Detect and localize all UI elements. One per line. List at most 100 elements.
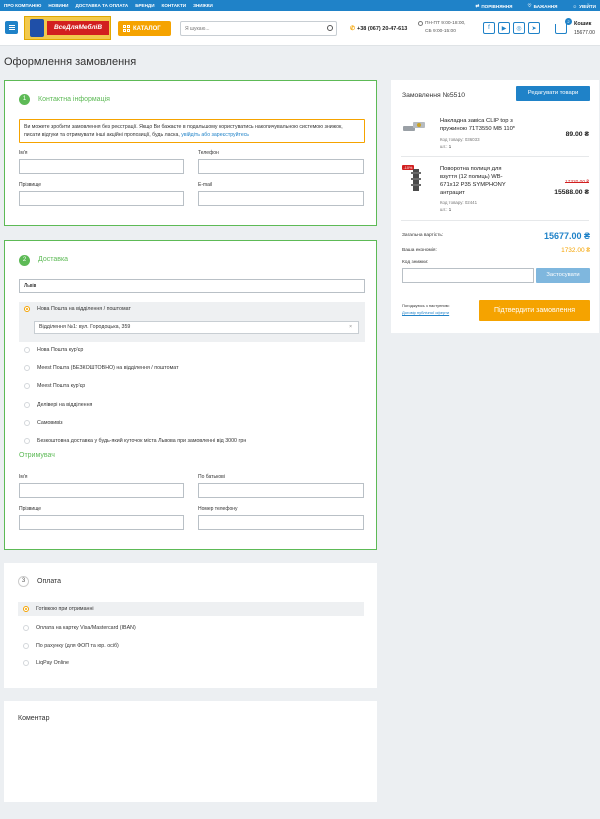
step-number-2: 2 [19, 255, 30, 266]
product-image-hinge[interactable] [401, 118, 427, 136]
search-icon[interactable] [327, 25, 333, 31]
confirm-order-button[interactable]: Підтвердити замовлення [479, 300, 590, 321]
order-summary: Замовлення №5510 Редагувати товари Накла… [391, 80, 599, 333]
cart-widget[interactable]: 2 Кошик 15677.00 [555, 18, 600, 42]
recipient-phone-field[interactable] [198, 515, 364, 530]
youtube-icon[interactable]: ▶ [498, 22, 510, 34]
compare-label: ПОРІВНЯННЯ [481, 3, 513, 9]
top-nav-delivery[interactable]: ДОСТАВКА ТА ОПЛАТА [75, 3, 128, 8]
top-nav-news[interactable]: НОВИНИ [48, 3, 68, 8]
total-label: Загальна вартість: [402, 233, 444, 238]
surname-field[interactable] [19, 191, 184, 206]
delivery-option-pickup[interactable]: Самовивіз [19, 416, 365, 430]
radio-selected [24, 306, 30, 312]
login-link[interactable]: ☺ УВІЙТИ [572, 3, 596, 9]
phone-contact[interactable]: ✆ +38 (067) 20-47-613 [350, 25, 408, 33]
top-nav-contacts[interactable]: КОНТАКТИ [162, 3, 187, 8]
payment-option-label: По рахунку (для ФОП та юр. осіб) [36, 643, 119, 649]
branch-value: Відділення №1: вул. Городоцька, 359 [39, 324, 131, 330]
search-input[interactable] [181, 22, 321, 35]
site-logo[interactable]: ВсеДляМебліВ [24, 16, 111, 40]
compare-link[interactable]: ⇄ ПОРІВНЯННЯ [475, 3, 512, 9]
code-value: 02441 [464, 200, 478, 205]
delivery-option-label: Безкоштовна доставка у будь-який куточок… [37, 438, 247, 444]
recipient-name-field[interactable] [19, 483, 184, 498]
delivery-option-np-branch[interactable]: Нова Пошта на відділення / поштомат [19, 302, 365, 316]
step-number-3: 3 [18, 576, 29, 587]
branch-select[interactable]: Відділення №1: вул. Городоцька, 359 × [34, 321, 359, 334]
login-register-link[interactable]: увійдіть або зареєструйтесь [181, 132, 249, 138]
recipient-name-label: Ім'я [19, 474, 28, 480]
payment-option-invoice[interactable]: По рахунку (для ФОП та юр. осіб) [18, 639, 364, 653]
discount-label: Код знижки: [402, 260, 429, 265]
wishlist-label: БАЖАННЯ [533, 3, 558, 9]
code-label: Код товару: [440, 137, 464, 142]
catalog-button[interactable]: КАТАЛОГ [118, 21, 171, 36]
product-image-shoe-rack[interactable] [410, 169, 422, 191]
radio [24, 420, 30, 426]
radio [23, 625, 29, 631]
top-nav-brands[interactable]: БРЕНДИ [135, 3, 154, 8]
delivery-option-label: Meest Пошта (БЕЗКОШТОВНО) на відділення … [37, 365, 179, 371]
delivery-option-label: Нова Пошта кур'єр [37, 347, 84, 353]
radio [23, 643, 29, 649]
product-price: 89.00 ₴ [565, 131, 589, 138]
top-nav-about[interactable]: ПРО КОМПАНІЮ [4, 3, 41, 8]
order-number: Замовлення №5510 [402, 92, 466, 99]
delivery-option-label: Нова Пошта на відділення / поштомат [37, 306, 131, 312]
hours-saturday: СБ 9:00-15:00 [425, 29, 456, 34]
offer-agreement-link[interactable]: Договір публічної оферти [402, 310, 449, 315]
logo-figure-icon [30, 19, 44, 37]
product-title-line: взуття (12 полиць) WB- [440, 174, 503, 180]
edit-items-button[interactable]: Редагувати товари [516, 86, 590, 101]
telegram-icon[interactable]: ➤ [528, 22, 540, 34]
wishlist-link[interactable]: ♡ БАЖАННЯ [527, 3, 557, 9]
delivery-option-np-courier[interactable]: Нова Пошта кур'єр [19, 343, 365, 357]
phone-field[interactable] [198, 159, 364, 174]
payment-option-card[interactable]: Оплата на картку Visa/Mastercard (IBAN) [18, 621, 364, 635]
menu-button[interactable] [5, 21, 18, 34]
logo-text: ВсеДляМебліВ [47, 21, 109, 35]
code-label: Код товару: [440, 200, 464, 205]
top-nav-discounts[interactable]: ЗНИЖКИ [193, 3, 213, 8]
radio [24, 438, 30, 444]
facebook-icon[interactable]: f [483, 22, 495, 34]
instagram-icon[interactable]: ◎ [513, 22, 525, 34]
phone-label: Телефон [198, 150, 219, 156]
radio [24, 383, 30, 389]
recipient-title: Отримувач [19, 452, 55, 459]
name-field[interactable] [19, 159, 184, 174]
login-label: УВІЙТИ [579, 3, 596, 9]
delivery-option-label: Meest Пошта кур'єр [37, 383, 86, 389]
payment-option-liqpay[interactable]: LiqPay Online [18, 656, 364, 670]
recipient-surname-field[interactable] [19, 515, 184, 530]
payment-option-label: LiqPay Online [36, 660, 69, 666]
qty-value: 1 [448, 207, 452, 212]
comment-textarea[interactable] [18, 729, 364, 791]
payment-option-cash[interactable]: Готівкою при отриманні [18, 602, 364, 616]
hours-weekdays: ПН-ПТ 9:00-18:00, [425, 21, 466, 26]
city-field[interactable] [19, 279, 365, 293]
delivery-option-meest-branch[interactable]: Meest Пошта (БЕЗКОШТОВНО) на відділення … [19, 361, 365, 375]
cart-total: 15677.00 [574, 30, 595, 36]
catalog-label: КАТАЛОГ [133, 25, 161, 32]
phone-number: +38 (067) 20-47-613 [357, 25, 408, 32]
apply-discount-button[interactable]: Застосувати [536, 268, 590, 283]
name-label: Ім'я [19, 150, 28, 156]
product-price: 15588.00 ₴ [554, 189, 589, 196]
contact-title: Контактна інформація [38, 96, 110, 103]
product-qty: шт.: 1 [440, 144, 451, 149]
code-value: 036033 [464, 137, 480, 142]
product-title-line: антрацит [440, 190, 465, 196]
product-title[interactable]: Накладна завіса CLIP top з пружиною 71T3… [440, 117, 515, 133]
email-field[interactable] [198, 191, 364, 206]
product-title[interactable]: Поворотна полиця для взуття (12 полиць) … [440, 165, 506, 197]
discount-code-input[interactable] [402, 268, 534, 283]
radio [24, 347, 30, 353]
product-title-line: пружиною 71T3550 MB 110* [440, 126, 516, 132]
user-icon: ☺ [572, 3, 578, 9]
delivery-option-meest-courier[interactable]: Meest Пошта кур'єр [19, 379, 365, 393]
recipient-patronymic-field[interactable] [198, 483, 364, 498]
delivery-option-delivery[interactable]: Делівері на відділення [19, 398, 365, 412]
delivery-option-free-lviv[interactable]: Безкоштовна доставка у будь-який куточок… [19, 434, 365, 448]
